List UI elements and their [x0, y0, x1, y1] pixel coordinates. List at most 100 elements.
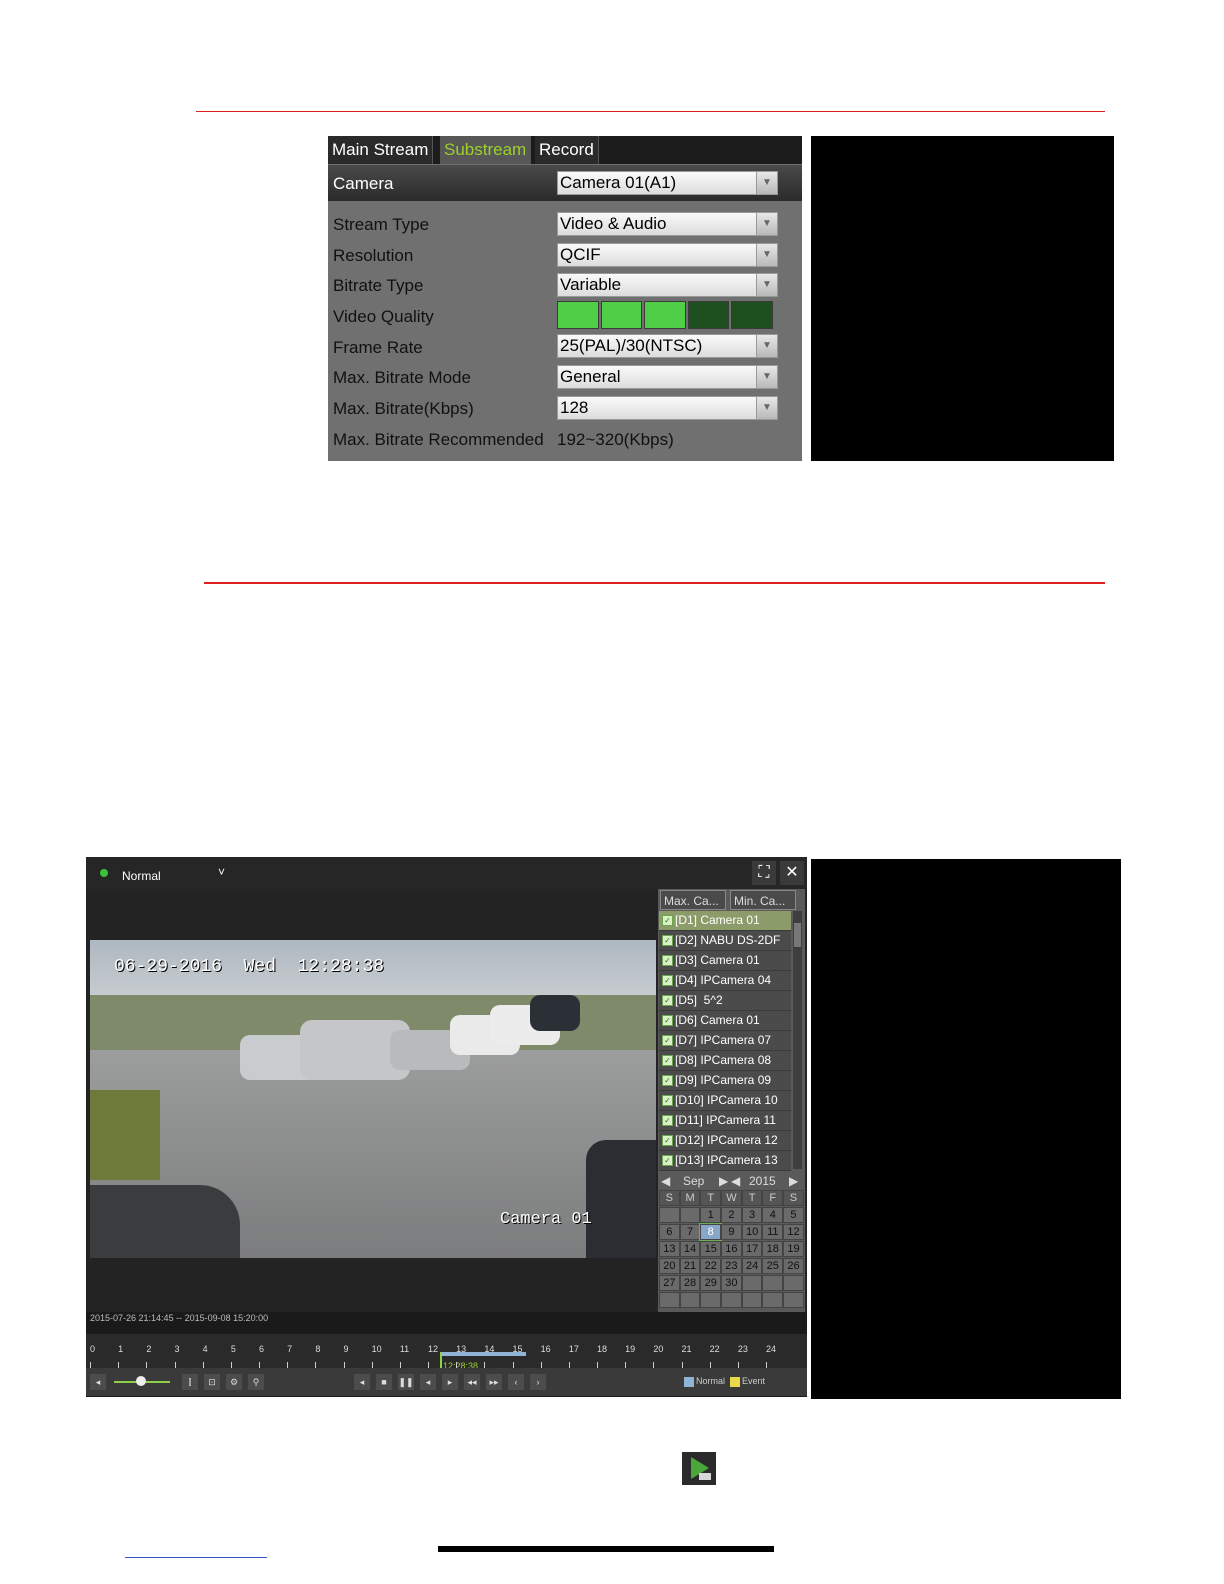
frame-rate-select[interactable]: 25(PAL)/30(NTSC) ▼ [557, 334, 778, 358]
calendar-day[interactable]: 12 [783, 1224, 804, 1240]
stop-icon[interactable]: ■ [376, 1374, 392, 1390]
calendar-day[interactable]: 14 [679, 1241, 701, 1257]
chevron-down-icon[interactable]: ▼ [756, 366, 777, 388]
checkbox-icon[interactable]: ✓ [662, 1135, 673, 1147]
calendar-day[interactable]: 8 [699, 1223, 723, 1241]
calendar-day[interactable]: 22 [700, 1258, 722, 1274]
calendar-day[interactable]: 1 [700, 1207, 722, 1223]
camera-list-item[interactable]: ✓ [D2] NABU DS-2DF [659, 931, 791, 951]
calendar-day[interactable]: 15 [700, 1241, 722, 1257]
resolution-select[interactable]: QCIF ▼ [557, 243, 778, 267]
max-camera-button[interactable]: Max. Ca... [660, 890, 726, 910]
tab-substream[interactable]: Substream [440, 136, 532, 164]
camera-list-item[interactable]: ✓ [D7] IPCamera 07 [659, 1031, 791, 1051]
camera-list-item[interactable]: ✓ [D11] IPCamera 11 [659, 1111, 791, 1131]
camera-list-item[interactable]: ✓ [D6] Camera 01 [659, 1011, 791, 1031]
next-month-icon[interactable]: ▶ [719, 1173, 728, 1189]
tab-main-stream[interactable]: Main Stream [328, 136, 434, 164]
camera-select[interactable]: Camera 01(A1) ▼ [557, 171, 778, 195]
chevron-down-icon[interactable]: ▼ [756, 172, 777, 194]
calendar-day[interactable]: 5 [783, 1207, 804, 1223]
video-feed[interactable]: 06-29-2016 Wed 12:28:38 Camera 01 [90, 940, 656, 1258]
checkbox-icon[interactable]: ✓ [662, 1035, 673, 1047]
lock-icon[interactable]: ⊡ [204, 1374, 220, 1390]
checkbox-icon[interactable]: ✓ [662, 915, 673, 927]
playback-mode-label[interactable]: Normal [122, 869, 161, 883]
video-quality-slider[interactable] [557, 301, 775, 329]
calendar-day[interactable]: 23 [721, 1258, 742, 1274]
volume-icon[interactable]: ◂ [90, 1374, 106, 1390]
checkbox-icon[interactable]: ✓ [662, 1095, 673, 1107]
min-camera-button[interactable]: Min. Ca... [730, 890, 796, 910]
checkbox-icon[interactable]: ✓ [662, 1055, 673, 1067]
settings-icon[interactable]: ⚙ [226, 1374, 242, 1390]
calendar-day[interactable]: 16 [721, 1241, 742, 1257]
prev-day-icon[interactable]: ‹ [508, 1374, 524, 1390]
calendar-day[interactable]: 24 [741, 1258, 763, 1274]
pause-icon[interactable]: ❚❚ [398, 1374, 414, 1390]
calendar-day[interactable]: 19 [783, 1241, 804, 1257]
stream-type-select[interactable]: Video & Audio ▼ [557, 212, 778, 236]
checkbox-icon[interactable]: ✓ [662, 995, 673, 1007]
clip-icon[interactable]: ⫿ [182, 1374, 198, 1390]
video-quality-segment[interactable] [600, 301, 643, 329]
camera-list-item[interactable]: ✓ [D13] IPCamera 13 [659, 1151, 791, 1171]
calendar-day[interactable]: 21 [679, 1258, 701, 1274]
next-day-icon[interactable]: › [530, 1374, 546, 1390]
calendar-day[interactable]: 4 [762, 1207, 784, 1223]
calendar-day[interactable]: 28 [679, 1275, 701, 1291]
video-quality-segment[interactable] [731, 301, 773, 329]
chevron-down-icon[interactable]: ▼ [756, 274, 777, 296]
chevron-down-icon[interactable]: ▼ [756, 213, 777, 235]
skip-forward-icon[interactable]: ▸ [442, 1374, 458, 1390]
video-quality-segment[interactable] [644, 301, 686, 329]
fast-icon[interactable]: ▸▸ [486, 1374, 502, 1390]
zoom-icon[interactable]: ⚲ [248, 1374, 264, 1390]
calendar-day[interactable]: 11 [762, 1224, 784, 1240]
camera-list-item[interactable]: ✓ [D8] IPCamera 08 [659, 1051, 791, 1071]
calendar-day[interactable]: 17 [741, 1241, 763, 1257]
calendar-day[interactable]: 18 [762, 1241, 784, 1257]
calendar-day[interactable]: 3 [741, 1207, 763, 1223]
calendar-day[interactable]: 6 [659, 1224, 680, 1240]
chevron-down-icon[interactable]: ▼ [756, 335, 777, 357]
calendar-day[interactable]: 25 [762, 1258, 784, 1274]
camera-list-item[interactable]: ✓ [D9] IPCamera 09 [659, 1071, 791, 1091]
checkbox-icon[interactable]: ✓ [662, 955, 673, 967]
checkbox-icon[interactable]: ✓ [662, 935, 673, 947]
close-icon[interactable]: ✕ [780, 861, 804, 885]
checkbox-icon[interactable]: ✓ [662, 975, 673, 987]
calendar-day[interactable]: 7 [679, 1224, 701, 1240]
camera-list-item[interactable]: ✓ [D10] IPCamera 10 [659, 1091, 791, 1111]
calendar-day[interactable]: 13 [659, 1241, 680, 1257]
calendar-day[interactable]: 2 [721, 1207, 742, 1223]
video-quality-segment[interactable] [557, 301, 599, 329]
scrollbar-thumb[interactable] [794, 923, 801, 947]
calendar-day[interactable]: 10 [741, 1224, 763, 1240]
checkbox-icon[interactable]: ✓ [662, 1015, 673, 1027]
calendar-day[interactable]: 26 [783, 1258, 804, 1274]
max-bitrate-mode-select[interactable]: General ▼ [557, 365, 778, 389]
prev-year-icon[interactable]: ◀ [731, 1173, 740, 1189]
calendar-day[interactable]: 9 [721, 1224, 742, 1240]
calendar-day[interactable]: 27 [659, 1275, 680, 1291]
calendar-day[interactable]: 29 [700, 1275, 722, 1291]
fullscreen-icon[interactable]: ⛶ [752, 861, 776, 885]
video-quality-segment[interactable] [687, 301, 730, 329]
skip-back-icon[interactable]: ◂ [420, 1374, 436, 1390]
calendar-day[interactable]: 20 [659, 1258, 680, 1274]
slow-icon[interactable]: ◂◂ [464, 1374, 480, 1390]
checkbox-icon[interactable]: ✓ [662, 1155, 673, 1167]
camera-list-item[interactable]: ✓ [D5] 5^2 [659, 991, 791, 1011]
prev-month-icon[interactable]: ◀ [661, 1173, 670, 1189]
chevron-down-icon[interactable]: ˅ [218, 865, 225, 879]
checkbox-icon[interactable]: ✓ [662, 1075, 673, 1087]
next-year-icon[interactable]: ▶ [789, 1173, 798, 1189]
max-bitrate-select[interactable]: 128 ▼ [557, 396, 778, 420]
camera-list-item[interactable]: ✓ [D4] IPCamera 04 [659, 971, 791, 991]
camera-list-item[interactable]: ✓ [D1] Camera 01 [659, 911, 791, 931]
chevron-down-icon[interactable]: ▼ [756, 397, 777, 419]
calendar-day[interactable]: 30 [721, 1275, 742, 1291]
camera-list-item[interactable]: ✓ [D3] Camera 01 [659, 951, 791, 971]
camera-list-item[interactable]: ✓ [D12] IPCamera 12 [659, 1131, 791, 1151]
